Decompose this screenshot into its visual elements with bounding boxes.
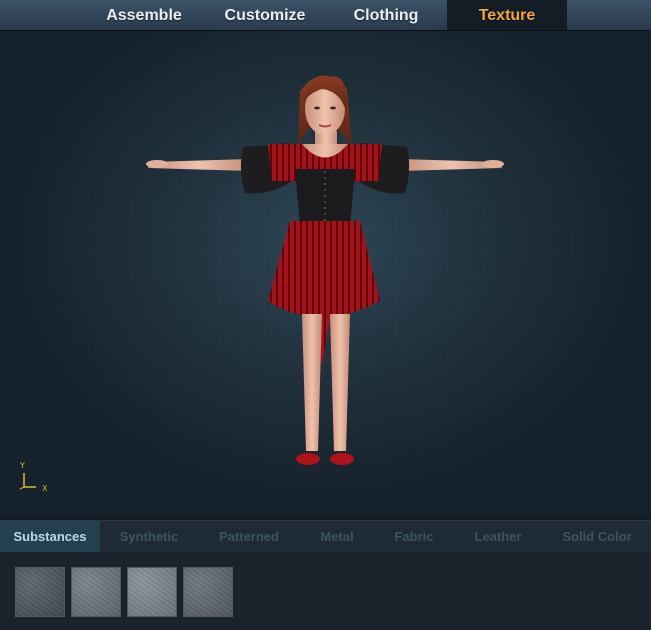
tab-clothing[interactable]: Clothing (328, 0, 444, 30)
texture-swatch-speckled-grey[interactable] (183, 567, 233, 617)
tab-assemble[interactable]: Assemble (88, 0, 200, 30)
tab-synthetic[interactable]: Synthetic (103, 521, 195, 552)
axis-arrows-icon (19, 473, 36, 490)
texture-swatch-dark-grey-noise[interactable] (15, 567, 65, 617)
texture-category-tabs: Substances Synthetic Patterned Metal Fab… (0, 520, 651, 552)
tab-patterned[interactable]: Patterned (203, 521, 295, 552)
axis-x-label: X (42, 484, 48, 493)
tab-texture[interactable]: Texture (447, 0, 567, 30)
top-tab-bar: Assemble Customize Clothing Texture (0, 0, 651, 31)
axis-gizmo: Y X (16, 461, 56, 497)
tab-leather[interactable]: Leather (462, 521, 534, 552)
texture-swatch-panel (0, 552, 651, 630)
tab-fabric[interactable]: Fabric (382, 521, 446, 552)
tab-metal[interactable]: Metal (305, 521, 369, 552)
tab-substances[interactable]: Substances (0, 521, 100, 552)
avatar-model[interactable] (0, 31, 651, 515)
tab-solid-color[interactable]: Solid Color (551, 521, 643, 552)
texture-swatch-satin-sheen[interactable] (127, 567, 177, 617)
tab-customize[interactable]: Customize (208, 0, 322, 30)
3d-viewport[interactable]: Y X (0, 31, 651, 515)
texture-swatch-grey-matte[interactable] (71, 567, 121, 617)
